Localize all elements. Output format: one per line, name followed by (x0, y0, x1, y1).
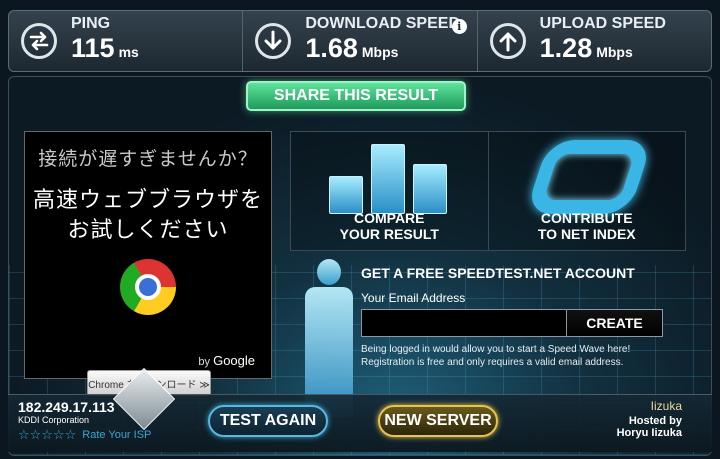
compare-label-2: YOUR RESULT (339, 226, 439, 242)
test-again-button[interactable]: TEST AGAIN (208, 405, 328, 437)
byline-prefix: by (198, 356, 211, 368)
rating-stars-icon[interactable]: ☆☆☆☆☆ (18, 427, 76, 443)
ad-question: 接続が遅すぎませんか？ (38, 149, 258, 170)
new-server-button[interactable]: NEW SERVER (378, 405, 498, 437)
upload-value: 1.28 (539, 33, 593, 63)
bottom-bar: 182.249.17.113 KDDI Corporation ☆☆☆☆☆ Ra… (8, 367, 712, 452)
host-name: Horyu Iizuka (616, 427, 682, 439)
info-icon[interactable]: i (451, 19, 467, 34)
ad-headline-line1: 高速ウェブブラウザを (32, 187, 263, 212)
upload-label: UPLOAD SPEED (539, 15, 666, 32)
compare-label-1: COMPARE (353, 210, 425, 226)
arrow-down-icon (255, 23, 292, 59)
action-tiles: COMPARE YOUR RESULT CONTRIBUTE TO NET IN… (290, 131, 686, 251)
ping-metric: PING 115 ms (9, 11, 244, 71)
google-logo: Google (213, 353, 255, 368)
ad-byline: by Google (198, 353, 255, 368)
hosted-by-label: Hosted by (628, 415, 682, 427)
account-signup: GET A FREE SPEEDTEST.NET ACCOUNT Your Em… (361, 265, 681, 369)
isp-info: 182.249.17.113 KDDI Corporation ☆☆☆☆☆ Ra… (18, 367, 176, 443)
contribute-label-1: CONTRIBUTE (540, 210, 633, 226)
contribute-tile[interactable]: CONTRIBUTE TO NET INDEX (488, 132, 685, 250)
account-note-2: Registration is free and only requires a… (361, 357, 624, 368)
download-value: 1.68 (305, 33, 358, 63)
account-title: GET A FREE SPEEDTEST.NET ACCOUNT (361, 265, 635, 281)
download-unit: Mbps (361, 44, 399, 60)
swap-arrows-icon (21, 23, 57, 59)
ping-unit: ms (118, 44, 139, 60)
chrome-logo-icon (120, 259, 176, 315)
server-city: Iizuka (650, 399, 682, 413)
results-bar: PING 115 ms DOWNLOAD SPEED 1.68 Mbps i UPL… (8, 10, 712, 72)
server-info: Iizuka Hosted by Horyu Iizuka (554, 399, 704, 439)
create-account-button[interactable]: CREATE (567, 309, 663, 337)
download-metric: DOWNLOAD SPEED 1.68 Mbps i (243, 11, 478, 71)
email-input[interactable] (361, 309, 567, 337)
ping-value: 115 (71, 33, 115, 63)
share-result-button[interactable]: SHARE THIS RESULT (246, 81, 466, 111)
download-label: DOWNLOAD SPEED (305, 15, 460, 32)
net-index-icon (524, 140, 653, 214)
ad-headline-line2: お試しください (67, 217, 229, 242)
email-label: Your Email Address (361, 291, 466, 305)
upload-unit: Mbps (596, 44, 633, 60)
contribute-label-2: TO NET INDEX (537, 226, 636, 242)
account-note-1: Being logged in would allow you to start… (361, 344, 631, 355)
bar-chart-icon (329, 140, 449, 214)
compare-result-tile[interactable]: COMPARE YOUR RESULT (291, 132, 489, 250)
chrome-ad[interactable]: 接続が遅すぎませんか？ 高速ウェブブラウザを お試しください Chrome をダ… (24, 131, 272, 396)
rate-isp-link[interactable]: Rate Your ISP (82, 429, 151, 441)
ping-label: PING (71, 15, 111, 32)
upload-metric: UPLOAD SPEED 1.28 Mbps (478, 11, 711, 71)
arrow-up-icon (489, 23, 526, 59)
